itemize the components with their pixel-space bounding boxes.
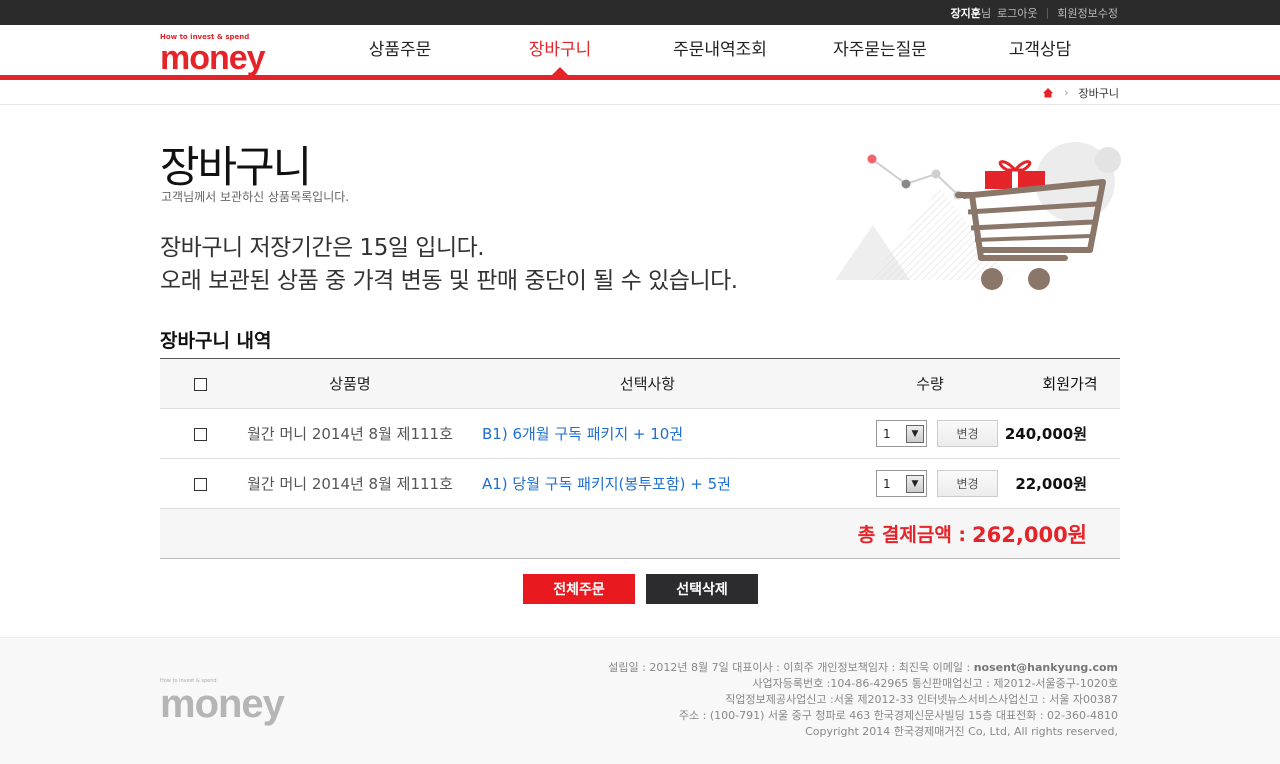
- shopping-cart-illustration: [835, 140, 1125, 300]
- cart-section-title: 장바구니 내역: [160, 330, 272, 352]
- edit-profile-link[interactable]: 회원정보수정: [1057, 5, 1118, 21]
- total-row: 총 결제금액 : 262,000원: [160, 509, 1120, 559]
- footer-logo-wordmark: money: [160, 682, 285, 726]
- main-nav: 상품주문 장바구니 주문내역조회 자주묻는질문 고객상담: [320, 25, 1120, 75]
- header: How to invest & spend money 상품주문 장바구니 주문…: [0, 25, 1280, 80]
- change-quantity-button[interactable]: 변경: [937, 420, 998, 447]
- table-header: 상품명 선택사항 수량 회원가격: [160, 359, 1120, 409]
- order-all-button[interactable]: 전체주문: [523, 574, 635, 604]
- company-info-line-2: 사업자등록번호 :104-86-42965 통신판매업신고 : 제2012-서울…: [752, 677, 1118, 690]
- nav-item-product-order[interactable]: 상품주문: [320, 25, 480, 75]
- nav-item-order-history[interactable]: 주문내역조회: [640, 25, 800, 75]
- footer-logo: How to invest & spend money: [160, 678, 320, 728]
- nav-item-customer-service[interactable]: 고객상담: [960, 25, 1120, 75]
- notice-line-1: 장바구니 저장기간은 15일 입니다.: [160, 235, 485, 261]
- footer: How to invest & spend money 설립일 : 2012년 …: [0, 637, 1280, 764]
- item-price: 240,000원: [1004, 425, 1087, 443]
- total-amount: 262,000원: [972, 522, 1087, 547]
- quantity-select[interactable]: 1 ▼: [876, 470, 927, 497]
- table-row: 월간 머니 2014년 8월 제111호 A1) 당월 구독 패키지(봉투포함)…: [160, 459, 1120, 509]
- quantity-select[interactable]: 1 ▼: [876, 420, 927, 447]
- delete-selected-button[interactable]: 선택삭제: [646, 574, 758, 604]
- quantity-value: 1: [883, 476, 891, 491]
- company-info-line-4: 주소 : (100-791) 서울 중구 청파로 463 한국경제신문사빌딩 1…: [678, 709, 1118, 722]
- user-suffix: 님: [980, 6, 992, 20]
- item-option: A1) 당월 구독 패키지(봉투포함) + 5권: [482, 475, 731, 493]
- total-label: 총 결제금액 :: [857, 524, 967, 546]
- chevron-down-icon[interactable]: ▼: [906, 474, 924, 493]
- logout-link[interactable]: 로그아웃: [997, 5, 1037, 21]
- nav-item-faq[interactable]: 자주묻는질문: [800, 25, 960, 75]
- chevron-down-icon[interactable]: ▼: [906, 424, 924, 443]
- user-menu: 장지훈 님 로그아웃 | 회원정보수정: [951, 0, 1118, 25]
- top-utility-bar: 장지훈 님 로그아웃 | 회원정보수정: [0, 0, 1280, 25]
- user-name: 장지훈: [950, 6, 981, 20]
- page-title: 장바구니: [160, 143, 312, 193]
- item-name: 월간 머니 2014년 8월 제111호: [247, 425, 453, 443]
- breadcrumb: › 장바구니: [1042, 80, 1119, 105]
- column-header-name: 상품명: [329, 375, 371, 393]
- cart-actions: 전체주문 선택삭제: [523, 574, 758, 604]
- home-icon[interactable]: [1042, 87, 1054, 99]
- copyright: Copyright 2014 한국경제매거진 Co, Ltd, All righ…: [805, 725, 1118, 738]
- page-subtitle: 고객님께서 보관하신 상품목록입니다.: [161, 190, 350, 204]
- company-info-line-1: 설립일 : 2012년 8월 7일 대표이사 : 이희주 개인정보책임자 : 최…: [608, 661, 974, 674]
- contact-email: nosent@hankyung.com: [973, 661, 1118, 674]
- breadcrumb-bar: › 장바구니: [0, 80, 1280, 105]
- quantity-value: 1: [883, 426, 891, 441]
- table-row: 월간 머니 2014년 8월 제111호 B1) 6개월 구독 패키지 + 10…: [160, 409, 1120, 459]
- company-info: 설립일 : 2012년 8월 7일 대표이사 : 이희주 개인정보책임자 : 최…: [608, 660, 1118, 740]
- nav-item-cart[interactable]: 장바구니: [480, 25, 640, 75]
- breadcrumb-current: 장바구니: [1078, 86, 1119, 100]
- company-info-line-3: 직업정보제공사업신고 :서울 제2012-33 인터넷뉴스서비스사업신고 : 서…: [725, 693, 1118, 706]
- notice-line-2: 오래 보관된 상품 중 가격 변동 및 판매 중단이 될 수 있습니다.: [160, 268, 738, 294]
- item-name: 월간 머니 2014년 8월 제111호: [247, 475, 453, 493]
- change-quantity-button[interactable]: 변경: [937, 470, 998, 497]
- select-all-checkbox[interactable]: [193, 377, 207, 391]
- logo-wordmark: money: [160, 39, 266, 77]
- storage-notice: 장바구니 저장기간은 15일 입니다. 오래 보관된 상품 중 가격 변동 및 …: [160, 232, 738, 298]
- column-header-qty: 수량: [916, 375, 944, 393]
- item-option: B1) 6개월 구독 패키지 + 10권: [482, 425, 684, 443]
- logo[interactable]: How to invest & spend money: [160, 33, 266, 77]
- cart-table: 상품명 선택사항 수량 회원가격 월간 머니 2014년 8월 제111호 B1…: [160, 358, 1120, 559]
- item-checkbox[interactable]: [193, 428, 207, 441]
- divider: |: [1045, 6, 1050, 19]
- column-header-price: 회원가격: [1042, 375, 1098, 393]
- item-checkbox[interactable]: [193, 478, 207, 491]
- item-price: 22,000원: [1015, 475, 1087, 493]
- column-header-option: 선택사항: [619, 375, 676, 393]
- chevron-right-icon: ›: [1064, 86, 1069, 99]
